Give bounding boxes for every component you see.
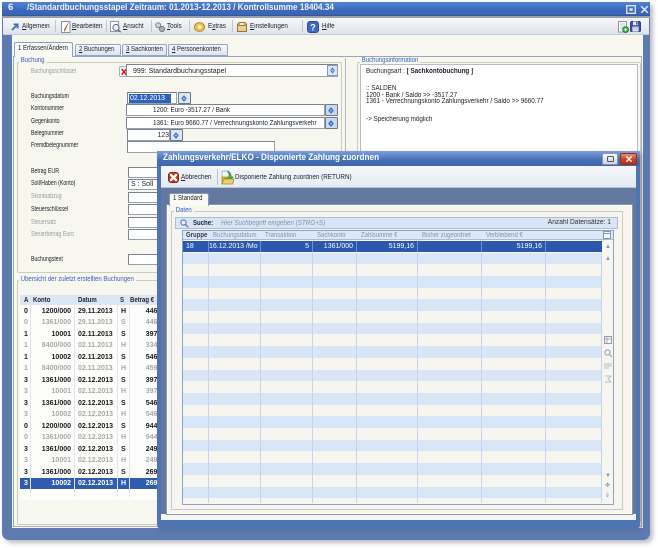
svg-text:?: ? bbox=[310, 22, 316, 32]
